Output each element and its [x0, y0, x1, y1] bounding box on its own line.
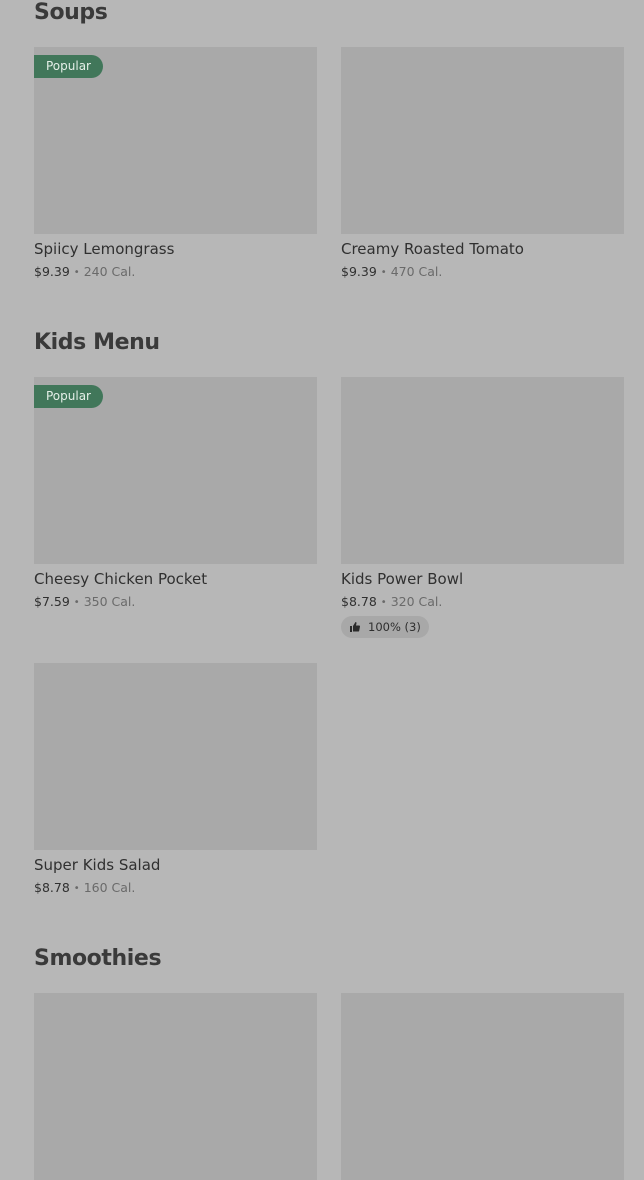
- menu-item-card[interactable]: Kids Power Bowl $8.78 • 320 Cal. 100% (3): [341, 377, 624, 638]
- item-calories: 350 Cal.: [83, 594, 136, 609]
- popular-badge: Popular: [34, 385, 103, 408]
- item-meta: $8.78 • 160 Cal.: [34, 880, 317, 895]
- item-calories: 320 Cal.: [390, 594, 443, 609]
- item-image[interactable]: [341, 47, 624, 234]
- item-calories: 160 Cal.: [83, 880, 136, 895]
- menu-item-card[interactable]: Popular Spiicy Lemongrass $9.39 • 240 Cal.: [34, 47, 317, 279]
- menu-item-card[interactable]: [34, 993, 317, 1180]
- separator-dot: •: [380, 267, 387, 278]
- item-price: $9.39: [34, 264, 70, 279]
- item-price: $8.78: [341, 594, 377, 609]
- item-meta: $8.78 • 320 Cal.: [341, 594, 624, 609]
- item-meta: $9.39 • 470 Cal.: [341, 264, 624, 279]
- item-name[interactable]: Kids Power Bowl: [341, 570, 624, 588]
- item-meta: $7.59 • 350 Cal.: [34, 594, 317, 609]
- item-price: $9.39: [341, 264, 377, 279]
- item-image[interactable]: Popular: [34, 377, 317, 564]
- section-title-kids-menu: Kids Menu: [34, 330, 160, 355]
- item-calories: 240 Cal.: [83, 264, 136, 279]
- menu-item-card[interactable]: [341, 993, 624, 1180]
- section-title-smoothies: Smoothies: [34, 946, 162, 971]
- item-name[interactable]: Super Kids Salad: [34, 856, 317, 874]
- item-image[interactable]: Popular: [34, 47, 317, 234]
- item-image[interactable]: [341, 377, 624, 564]
- item-price: $8.78: [34, 880, 70, 895]
- rating-badge: 100% (3): [341, 616, 429, 638]
- item-name[interactable]: Cheesy Chicken Pocket: [34, 570, 317, 588]
- item-price: $7.59: [34, 594, 70, 609]
- item-image[interactable]: [341, 993, 624, 1180]
- section-title-soups: Soups: [34, 0, 108, 25]
- item-image[interactable]: [34, 663, 317, 850]
- popular-badge: Popular: [34, 55, 103, 78]
- menu-item-card[interactable]: Popular Cheesy Chicken Pocket $7.59 • 350 …: [34, 377, 317, 609]
- menu-item-card[interactable]: Super Kids Salad $8.78 • 160 Cal.: [34, 663, 317, 895]
- separator-dot: •: [73, 267, 80, 278]
- thumbs-up-icon: [350, 622, 361, 632]
- rating-value: 100% (3): [368, 620, 421, 634]
- item-meta: $9.39 • 240 Cal.: [34, 264, 317, 279]
- separator-dot: •: [380, 597, 387, 608]
- menu-item-card[interactable]: Creamy Roasted Tomato $9.39 • 470 Cal.: [341, 47, 624, 279]
- item-image[interactable]: [34, 993, 317, 1180]
- item-name[interactable]: Spiicy Lemongrass: [34, 240, 317, 258]
- item-name[interactable]: Creamy Roasted Tomato: [341, 240, 624, 258]
- separator-dot: •: [73, 883, 80, 894]
- separator-dot: •: [73, 597, 80, 608]
- item-calories: 470 Cal.: [390, 264, 443, 279]
